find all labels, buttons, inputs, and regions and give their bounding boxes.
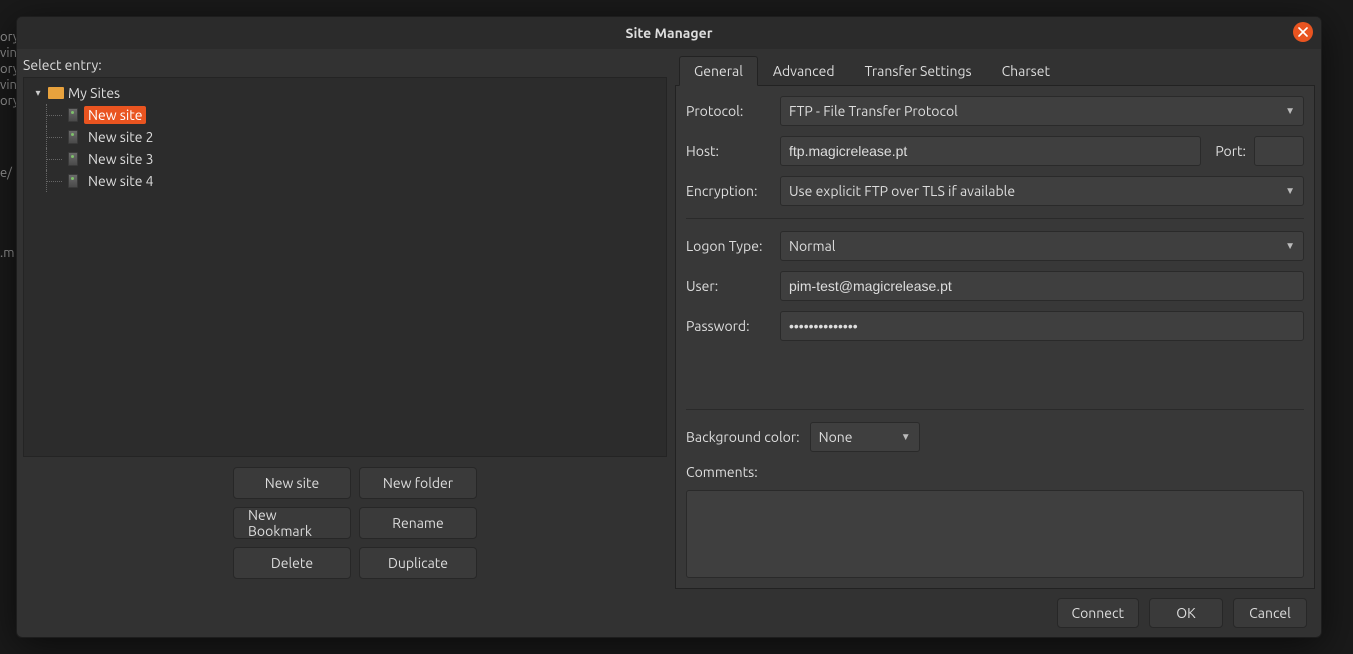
titlebar: Site Manager [17,17,1321,49]
encryption-label: Encryption: [686,183,772,199]
chevron-down-icon: ▼ [901,431,911,443]
site-item[interactable]: New site 3 [28,148,662,170]
background-color-select[interactable]: None ▼ [810,422,920,452]
user-label: User: [686,278,772,294]
close-button[interactable] [1293,22,1313,42]
dialog-footer: Connect OK Cancel [17,589,1321,637]
dialog-title: Site Manager [626,25,713,41]
left-buttons: New site New folder New Bookmark Rename … [23,457,477,589]
tree-root[interactable]: ▾ My Sites [28,82,662,104]
rename-button[interactable]: Rename [359,507,477,539]
tab-transfer-settings[interactable]: Transfer Settings [850,56,987,85]
tab-panel-general: Protocol: FTP - File Transfer Protocol ▼… [675,85,1315,589]
comments-textarea[interactable] [686,490,1304,578]
background-color-label: Background color: [686,429,800,445]
cancel-button[interactable]: Cancel [1233,598,1307,628]
password-label: Password: [686,318,772,334]
port-input[interactable] [1254,136,1304,166]
server-icon [68,108,78,122]
logon-type-value: Normal [789,238,835,254]
left-pane: Select entry: ▾ My Sites New site New si… [23,55,667,589]
chevron-down-icon: ▼ [1285,240,1295,252]
site-label: New site 3 [84,150,158,168]
host-input[interactable] [780,136,1201,166]
select-entry-label: Select entry: [23,55,667,77]
delete-button[interactable]: Delete [233,547,351,579]
server-icon [68,174,78,188]
site-item[interactable]: New site 4 [28,170,662,192]
user-input[interactable] [780,271,1304,301]
chevron-down-icon: ▼ [1285,105,1295,117]
bg-fragment: vin [0,78,17,92]
root-label: My Sites [68,85,120,101]
new-bookmark-button[interactable]: New Bookmark [233,507,351,539]
folder-icon [48,87,64,99]
tab-bar: General Advanced Transfer Settings Chars… [675,55,1315,85]
protocol-select[interactable]: FTP - File Transfer Protocol ▼ [780,96,1304,126]
port-label: Port: [1215,143,1246,159]
chevron-down-icon: ▼ [1285,185,1295,197]
host-label: Host: [686,143,772,159]
encryption-select[interactable]: Use explicit FTP over TLS if available ▼ [780,176,1304,206]
site-tree[interactable]: ▾ My Sites New site New site 2 New site … [23,77,667,457]
server-icon [68,130,78,144]
site-item[interactable]: New site [28,104,662,126]
logon-type-label: Logon Type: [686,238,772,254]
server-icon [68,152,78,166]
site-label: New site [84,106,146,124]
site-manager-dialog: Site Manager Select entry: ▾ My Sites Ne… [16,16,1322,638]
tab-charset[interactable]: Charset [987,56,1065,85]
right-pane: General Advanced Transfer Settings Chars… [675,55,1315,589]
ok-button[interactable]: OK [1149,598,1223,628]
bg-fragment: .m [0,246,14,260]
protocol-value: FTP - File Transfer Protocol [789,103,958,119]
divider [686,409,1304,410]
background-color-value: None [819,429,853,445]
site-label: New site 4 [84,172,158,190]
site-item[interactable]: New site 2 [28,126,662,148]
connect-button[interactable]: Connect [1057,598,1140,628]
close-icon [1298,27,1308,37]
tab-advanced[interactable]: Advanced [758,56,850,85]
divider [686,218,1304,219]
new-folder-button[interactable]: New folder [359,467,477,499]
comments-label: Comments: [686,464,1304,480]
site-label: New site 2 [84,128,158,146]
bg-fragment: vin [0,46,17,60]
password-input[interactable] [780,311,1304,341]
duplicate-button[interactable]: Duplicate [359,547,477,579]
tab-general[interactable]: General [679,56,758,86]
protocol-label: Protocol: [686,103,772,119]
new-site-button[interactable]: New site [233,467,351,499]
bg-fragment: e/ [0,166,12,180]
logon-type-select[interactable]: Normal ▼ [780,231,1304,261]
expand-toggle-icon[interactable]: ▾ [32,87,44,99]
encryption-value: Use explicit FTP over TLS if available [789,183,1015,199]
